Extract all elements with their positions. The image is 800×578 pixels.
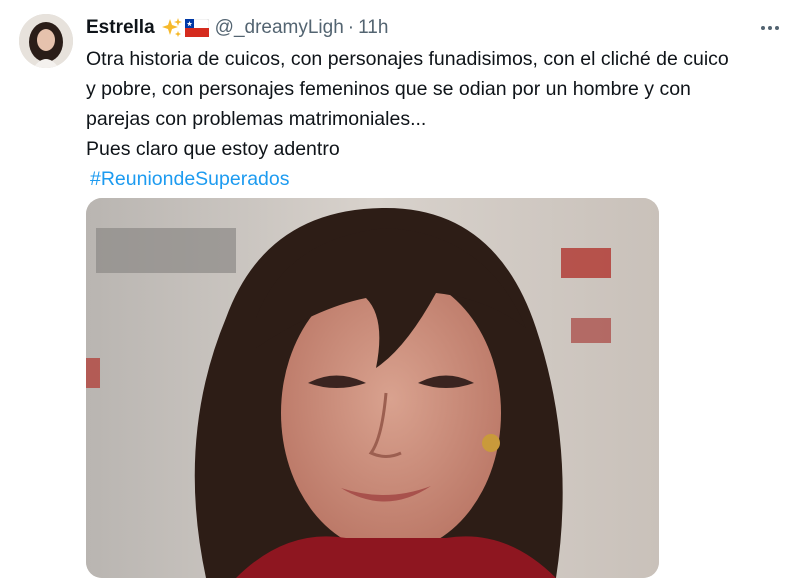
- tweet-text-line: y pobre, con personajes femeninos que se…: [86, 78, 691, 100]
- tweet-text-line: Otra historia de cuicos, con personajes …: [86, 48, 729, 70]
- author-avatar[interactable]: [19, 14, 73, 68]
- media-photo: [86, 198, 659, 578]
- tweet-header: Estrella @_dreamyLigh · 11h: [86, 14, 388, 42]
- sparkles-icon: [161, 17, 183, 39]
- tweet-media-image[interactable]: [86, 198, 659, 578]
- chile-flag-icon: [184, 19, 209, 37]
- tweet-text-line: Pues claro que estoy adentro: [86, 138, 340, 160]
- tweet-timestamp[interactable]: 11h: [358, 17, 388, 39]
- separator-dot: ·: [347, 17, 355, 38]
- avatar-image: [19, 14, 73, 68]
- author-name[interactable]: Estrella: [86, 17, 155, 39]
- author-handle[interactable]: @_dreamyLigh: [215, 17, 344, 39]
- tweet-text: Otra historia de cuicos, con personajes …: [86, 44, 766, 194]
- more-horizontal-icon: [761, 26, 779, 30]
- tweet-text-line: parejas con problemas matrimoniales...: [86, 108, 427, 130]
- hashtag-link[interactable]: #ReuniondeSuperados: [90, 164, 290, 194]
- more-options-button[interactable]: [756, 16, 784, 40]
